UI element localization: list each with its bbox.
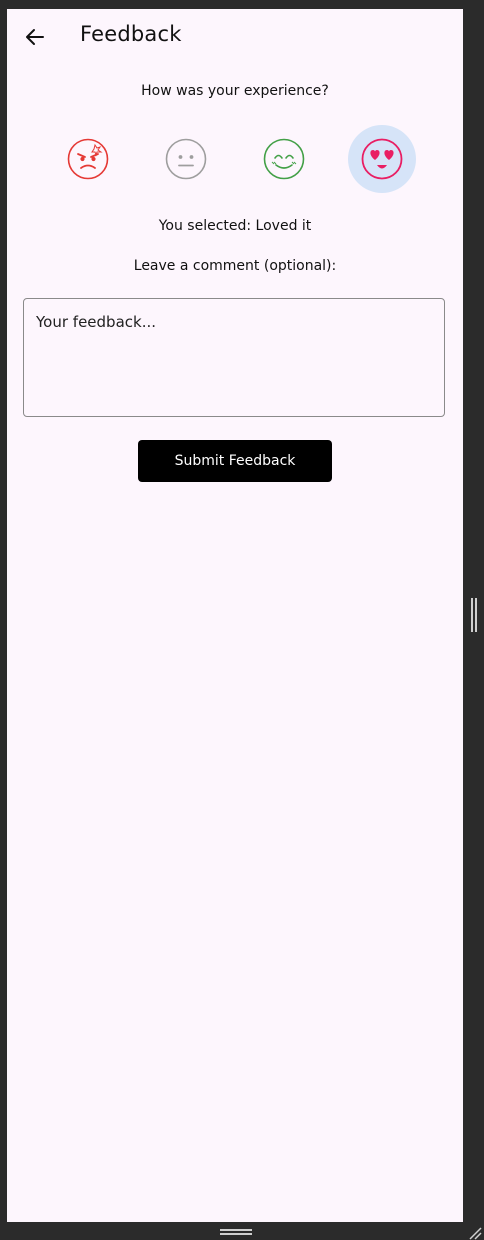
back-button[interactable] [23,25,47,49]
rating-option-happy[interactable] [250,125,318,193]
rating-option-angry[interactable] [54,125,122,193]
resize-handle-bottom-icon[interactable] [220,1227,252,1237]
arrow-left-icon [26,29,44,45]
heart-eyes-face-icon [361,138,403,180]
page-title: Feedback [80,22,182,46]
angry-face-icon [67,138,109,180]
rating-option-loved[interactable] [348,125,416,193]
feedback-input[interactable] [23,298,445,417]
happy-face-icon [263,138,305,180]
rating-option-neutral[interactable] [152,125,220,193]
selected-rating-text: You selected: Loved it [158,218,312,234]
neutral-face-icon [165,138,207,180]
submit-feedback-button[interactable]: Submit Feedback [138,440,332,482]
app-screen: Feedback How was your experience? You se… [7,9,463,1222]
rating-question: How was your experience? [141,83,329,99]
comment-label: Leave a comment (optional): [133,258,337,274]
resize-handle-right-icon[interactable] [470,598,478,632]
resize-corner-icon[interactable] [466,1224,482,1240]
rating-options [7,125,463,195]
window-top-bar [0,0,484,9]
